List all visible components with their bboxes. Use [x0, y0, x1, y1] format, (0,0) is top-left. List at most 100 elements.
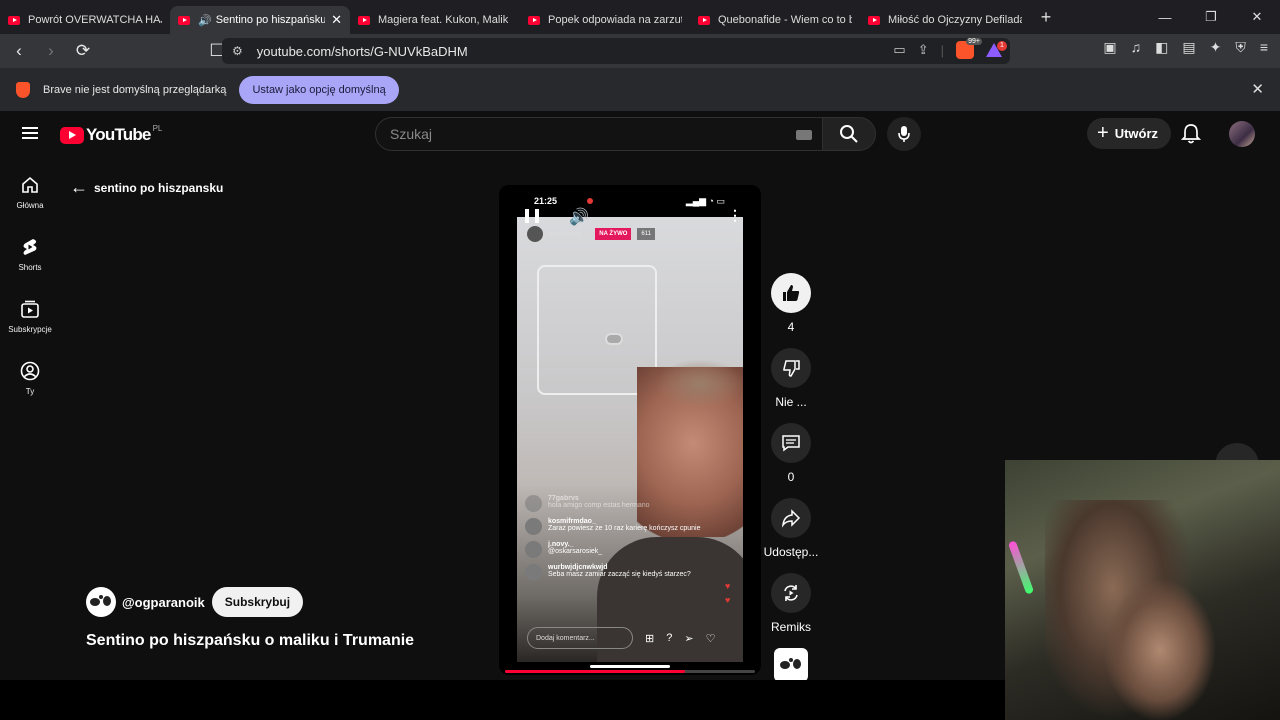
search-button[interactable]	[822, 117, 876, 151]
thumbs-down-icon	[783, 360, 800, 377]
wallet-icon[interactable]: ▤	[1182, 39, 1195, 56]
video-frame[interactable]: sentinopry NA ŻYWO 611 77gabrvs hola amig…	[517, 217, 743, 662]
send-icon: ➢	[684, 632, 694, 645]
subscriptions-icon	[21, 300, 39, 318]
youtube-favicon-icon	[8, 15, 20, 25]
browser-tab-active[interactable]: 🔊 Sentino po hiszpańsku o ✕	[170, 6, 350, 34]
dislike-action: Nie ...	[763, 348, 819, 409]
menu-icon[interactable]: ≡	[1260, 39, 1268, 56]
keyboard-icon[interactable]	[796, 130, 812, 140]
music-icon[interactable]: ♫	[1131, 39, 1142, 56]
tab-title: Sentino po hiszpańsku o	[215, 14, 326, 26]
more-options-icon[interactable]: ⋮	[728, 207, 742, 224]
reader-mode-icon[interactable]: ▣	[1103, 39, 1116, 56]
create-button[interactable]: + Utwórz	[1087, 118, 1172, 149]
brave-rewards-icon[interactable]: 1	[986, 41, 1007, 57]
phone-signal-icons: ▂▄▆ ◔ ▭	[685, 196, 725, 206]
like-button[interactable]	[771, 273, 811, 313]
live-comment-bar: Dodaj komentarz... ⊞ ? ➢ ♡	[527, 627, 737, 649]
youtube-logo[interactable]: YouTube PL	[60, 123, 163, 145]
cast-icon[interactable]: ▭	[893, 42, 905, 58]
default-browser-infobar: Brave nie jest domyślną przeglądarką Ust…	[0, 68, 1280, 111]
browser-tab[interactable]: Miłość do Ojczyzny Defilada 11	[860, 6, 1030, 34]
shorts-actions: 4 Nie ... 0 Udostęp... Remiks	[763, 273, 819, 682]
browser-tab-strip: Powrót OVERWATCHA HAJSOWEGO 🔊 Sentino po…	[0, 0, 1280, 34]
remix-label: Remiks	[770, 620, 811, 634]
shorts-player[interactable]: 21:25 ▂▄▆ ◔ ▭ sentinopry NA ŻYWO 611 77g…	[499, 185, 761, 675]
new-tab-button[interactable]: +	[1034, 7, 1058, 28]
create-label: Utwórz	[1114, 126, 1159, 141]
tab-title: Quebonafide - Wiem co to ból (	[718, 14, 852, 26]
url-text[interactable]: youtube.com/shorts/G-NUVkBaDHM	[257, 44, 468, 59]
sidebar-item-shorts[interactable]: Shorts	[0, 219, 60, 281]
sidebar-item-subscriptions[interactable]: Subskrypcje	[0, 281, 60, 343]
minimize-icon[interactable]: —	[1142, 0, 1188, 34]
browser-tab[interactable]: Quebonafide - Wiem co to ból (	[690, 6, 860, 34]
add-media-icon: ⊞	[645, 632, 655, 645]
account-avatar[interactable]	[1229, 121, 1255, 147]
reload-icon[interactable]: ⟳	[70, 38, 96, 64]
audio-playing-icon[interactable]: 🔊	[198, 14, 212, 27]
list-item: wurbwjdjcnwkwjd Seba masz zamiar zacząć s…	[525, 564, 725, 581]
share-button[interactable]	[771, 498, 811, 538]
like-action: 4	[763, 273, 819, 334]
browser-tab[interactable]: Popek odpowiada na zarzuty o a	[520, 6, 690, 34]
streamer-avatar	[527, 226, 543, 242]
list-item: j.novy._ @oskarsarosiek_	[525, 541, 725, 558]
sidebar-item-home[interactable]: Główna	[0, 157, 60, 219]
video-title: Sentino po hiszpańsku o maliku i Trumani…	[86, 632, 415, 649]
notifications-icon[interactable]	[1180, 123, 1202, 150]
comments-button[interactable]	[771, 423, 811, 463]
search-placeholder: Szukaj	[390, 126, 433, 142]
dislike-label: Nie ...	[775, 395, 807, 409]
video-progress-bar[interactable]	[505, 670, 755, 673]
search-icon	[840, 125, 858, 143]
forward-icon[interactable]: ›	[38, 38, 64, 64]
close-tab-icon[interactable]: ✕	[331, 12, 342, 28]
search-back-header[interactable]: ← sentino po hiszpansku	[70, 177, 223, 198]
set-default-button[interactable]: Ustaw jako opcję domyślną	[239, 75, 399, 104]
browser-toolbar: ‹ › ⟳ ☐ ⚙ youtube.com/shorts/G-NUVkBaDHM…	[0, 34, 1280, 68]
youtube-header: YouTube PL Szukaj + Utwórz	[0, 111, 1280, 157]
dislike-button[interactable]	[771, 348, 811, 388]
share-icon[interactable]: ⇪	[918, 42, 929, 58]
tab-title: Miłość do Ojczyzny Defilada 11	[888, 14, 1022, 26]
home-icon	[22, 176, 38, 193]
sidebar-toggle-icon[interactable]: ◧	[1155, 39, 1168, 56]
sound-thumbnail[interactable]	[774, 648, 808, 682]
commenter-avatar	[525, 518, 542, 535]
restore-icon[interactable]: ❐	[1188, 0, 1234, 34]
phone-home-indicator	[590, 665, 670, 668]
guide-menu-icon[interactable]	[22, 127, 38, 139]
tab-title: Powrót OVERWATCHA HAJSOWEGO	[28, 14, 162, 26]
sidebar-item-label: Ty	[25, 387, 35, 396]
comment-user: wurbwjdjcnwkwjd	[548, 564, 608, 571]
brave-shields-icon[interactable]: 99+	[956, 38, 982, 59]
sidebar-item-you[interactable]: Ty	[0, 343, 60, 405]
address-bar[interactable]: ⚙ youtube.com/shorts/G-NUVkBaDHM ▭ ⇪ | 9…	[222, 38, 1010, 64]
tab-title: Magiera feat. Kukon, Malik Montana	[378, 14, 512, 26]
browser-tab[interactable]: Magiera feat. Kukon, Malik Montana	[350, 6, 520, 34]
channel-handle[interactable]: @ogparanoik	[122, 595, 205, 610]
browser-tab[interactable]: Powrót OVERWATCHA HAJSOWEGO	[0, 6, 170, 34]
pause-icon[interactable]	[525, 209, 539, 223]
country-code: PL	[152, 123, 163, 133]
youtube-favicon-icon	[868, 15, 880, 25]
back-icon[interactable]: ‹	[6, 38, 32, 64]
arrow-left-icon[interactable]: ←	[70, 177, 88, 198]
comments-action: 0	[763, 423, 819, 484]
close-window-icon[interactable]: ✕	[1234, 0, 1280, 34]
site-info-icon[interactable]: ⚙	[232, 44, 243, 58]
leo-ai-icon[interactable]: ✦	[1210, 39, 1222, 56]
vpn-icon[interactable]: ⛨	[1235, 39, 1246, 56]
live-badge: NA ŻYWO	[595, 228, 632, 240]
volume-icon[interactable]: 🔊	[569, 207, 589, 227]
subscribe-button[interactable]: Subskrybuj	[211, 587, 304, 617]
picture-in-picture-video[interactable]	[1005, 460, 1280, 720]
remix-button[interactable]	[771, 573, 811, 613]
cow-pattern-icon	[780, 658, 801, 669]
search-input[interactable]: Szukaj	[375, 117, 823, 151]
channel-avatar[interactable]	[86, 587, 116, 617]
voice-search-button[interactable]	[887, 117, 921, 151]
close-infobar-icon[interactable]: ✕	[1251, 80, 1264, 98]
